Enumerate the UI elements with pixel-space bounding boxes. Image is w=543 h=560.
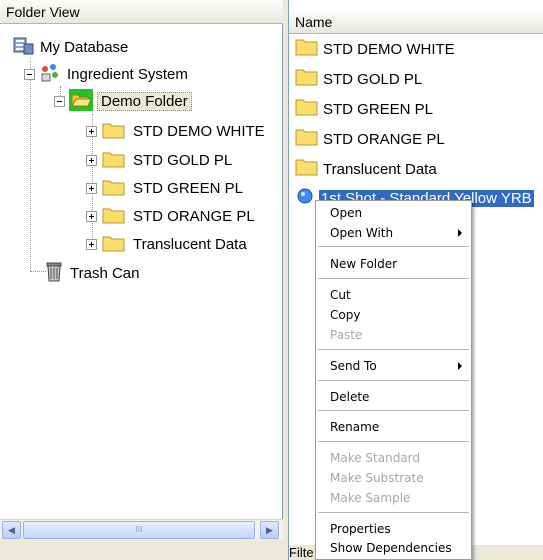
menu-item-new-folder[interactable]: New Folder (316, 254, 471, 274)
menu-separator (318, 380, 469, 381)
folder-icon (101, 233, 131, 256)
tree-label: My Database (40, 38, 129, 56)
tree-node-folder[interactable]: STD ORANGE PL (86, 205, 257, 227)
expand-toggle[interactable] (86, 238, 97, 250)
tree-label: STD GOLD PL (133, 151, 233, 169)
menu-item-rename[interactable]: Rename (316, 417, 471, 437)
tree-node-folder[interactable]: Translucent Data (86, 233, 249, 255)
menu-separator (318, 512, 469, 513)
list-item[interactable]: STD GREEN PL (295, 97, 433, 121)
tree-label: STD DEMO WHITE (133, 122, 265, 140)
tree-label: STD GREEN PL (133, 179, 244, 197)
folder-icon (295, 157, 323, 181)
list-item-label: STD GREEN PL (323, 100, 434, 118)
list-item[interactable]: STD ORANGE PL (295, 127, 445, 151)
list-item-label: Translucent Data (323, 160, 437, 178)
expand-toggle[interactable] (86, 125, 97, 137)
collapse-toggle[interactable] (54, 95, 65, 107)
folder-icon (295, 37, 323, 61)
collapse-toggle[interactable] (24, 68, 35, 80)
expand-toggle[interactable] (86, 210, 97, 222)
menu-item-show-dependencies[interactable]: Show Dependencies (316, 538, 471, 558)
scroll-left-button[interactable]: ◀ (2, 521, 21, 539)
tree-node-folder[interactable]: STD GOLD PL (86, 149, 234, 171)
menu-separator (318, 278, 469, 279)
list-item-label: STD ORANGE PL (323, 130, 445, 148)
folder-icon (295, 97, 323, 121)
menu-item-make-substrate[interactable]: Make Substrate (316, 468, 471, 488)
list-item[interactable]: STD GOLD PL (295, 67, 422, 91)
menu-separator (318, 441, 469, 442)
menu-item-label: Send To (330, 359, 377, 373)
tree-label: Trash Can (70, 264, 140, 282)
name-column-header[interactable]: Name (289, 10, 543, 34)
submenu-arrow-icon (458, 229, 462, 237)
tree-node-ingredient-system[interactable]: Ingredient System (24, 63, 190, 85)
tree-node-my-database[interactable]: My Database (12, 36, 130, 58)
folder-icon (101, 120, 131, 143)
open-folder-icon (69, 88, 97, 114)
menu-item-open[interactable]: Open (316, 203, 471, 223)
tree-label: Ingredient System (67, 65, 188, 83)
menu-item-send-to[interactable]: Send To (316, 356, 471, 376)
tree-label: STD ORANGE PL (133, 207, 255, 225)
list-item-label: STD GOLD PL (323, 70, 423, 88)
trash-can-icon (44, 261, 68, 286)
tree-label: Translucent Data (133, 235, 247, 253)
folder-icon (101, 177, 131, 200)
menu-item-open-with[interactable]: Open With (316, 223, 471, 243)
tree-node-demo-folder[interactable]: Demo Folder (54, 88, 192, 114)
database-icon (12, 36, 38, 59)
list-item-label: STD DEMO WHITE (323, 40, 455, 58)
list-item[interactable]: STD DEMO WHITE (295, 37, 455, 61)
expand-toggle[interactable] (86, 154, 97, 166)
menu-separator (318, 410, 469, 411)
menu-item-label: Open With (330, 226, 394, 240)
menu-item-copy[interactable]: Copy (316, 305, 471, 325)
ingredient-system-icon (39, 63, 65, 86)
folder-icon (101, 205, 131, 228)
scroll-right-button[interactable]: ▶ (260, 521, 279, 539)
horizontal-scrollbar[interactable]: ◀ III ▶ (0, 519, 283, 539)
menu-item-make-standard[interactable]: Make Standard (316, 448, 471, 468)
tree-node-trash-can[interactable]: Trash Can (44, 262, 141, 284)
folder-icon (295, 67, 323, 91)
tree-line (30, 58, 31, 271)
menu-separator (318, 246, 469, 247)
tree-label: Demo Folder (97, 91, 192, 111)
tree-node-folder[interactable]: STD DEMO WHITE (86, 120, 267, 142)
left-footer (0, 539, 283, 560)
filter-label: Filte (289, 545, 314, 560)
context-menu: Open Open With New Folder Cut Copy Paste… (315, 200, 472, 560)
scrollbar-grip: III (135, 525, 143, 534)
tree-node-folder[interactable]: STD GREEN PL (86, 177, 245, 199)
folder-icon (101, 149, 131, 172)
folder-view-pane: Folder View My Database Ingredient Syste… (0, 0, 283, 560)
menu-item-paste[interactable]: Paste (316, 325, 471, 345)
menu-separator (318, 349, 469, 350)
menu-item-delete[interactable]: Delete (316, 387, 471, 407)
expand-toggle[interactable] (86, 182, 97, 194)
list-item[interactable]: Translucent Data (295, 157, 437, 181)
folder-view-header[interactable]: Folder View (0, 0, 283, 24)
menu-item-cut[interactable]: Cut (316, 285, 471, 305)
scrollbar-thumb[interactable]: III (23, 521, 255, 539)
menu-item-make-sample[interactable]: Make Sample (316, 488, 471, 508)
menu-item-properties[interactable]: Properties (316, 519, 471, 539)
submenu-arrow-icon (458, 362, 462, 370)
folder-icon (295, 127, 323, 151)
